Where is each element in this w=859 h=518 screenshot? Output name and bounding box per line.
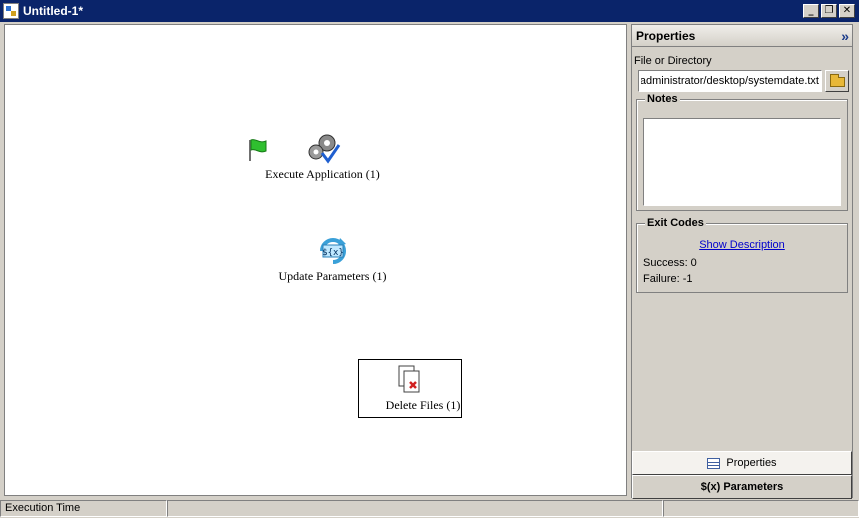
exit-codes-title: Exit Codes bbox=[645, 217, 706, 229]
status-cell-empty bbox=[167, 500, 663, 517]
minimize-button[interactable]: _ bbox=[803, 4, 819, 18]
node-execute-application[interactable]: Execute Application (1) bbox=[260, 133, 385, 182]
exit-codes-group: Exit Codes Show Description Success: 0 F… bbox=[636, 217, 848, 293]
properties-title: Properties bbox=[636, 28, 696, 43]
properties-grid-icon bbox=[707, 457, 721, 469]
tab-parameters-label: $(x) Parameters bbox=[700, 481, 784, 493]
window-controls: _ ❐ ✕ bbox=[803, 4, 855, 18]
gears-check-icon bbox=[308, 134, 340, 164]
collapse-icon[interactable]: » bbox=[841, 28, 849, 44]
workflow-canvas[interactable]: Execute Application (1) ${x} Update Para… bbox=[4, 24, 627, 496]
svg-text:${x}: ${x} bbox=[322, 248, 344, 258]
title-bar[interactable]: Untitled-1* _ ❐ ✕ bbox=[0, 0, 859, 22]
node-label: Execute Application (1) bbox=[265, 167, 380, 181]
update-parameters-icon: ${x} bbox=[319, 238, 346, 264]
properties-panel: Properties » File or Directory Notes Exi… bbox=[631, 24, 853, 499]
browse-button[interactable] bbox=[825, 70, 849, 92]
failure-code: Failure: -1 bbox=[643, 273, 693, 285]
status-execution-time: Execution Time bbox=[0, 500, 167, 517]
node-label: Delete Files (1) bbox=[385, 398, 461, 412]
properties-header: Properties » bbox=[632, 25, 852, 47]
success-code: Success: 0 bbox=[643, 257, 697, 269]
show-description-link[interactable]: Show Description bbox=[637, 239, 847, 251]
folder-icon bbox=[830, 74, 845, 87]
close-button[interactable]: ✕ bbox=[839, 4, 855, 18]
node-update-parameters[interactable]: ${x} Update Parameters (1) bbox=[275, 235, 390, 284]
restore-button[interactable]: ❐ bbox=[821, 4, 837, 18]
window-title: Untitled-1* bbox=[23, 4, 83, 18]
tab-properties[interactable]: Properties bbox=[632, 451, 852, 475]
tab-properties-label: Properties bbox=[726, 457, 777, 469]
delete-files-icon bbox=[398, 365, 420, 393]
app-icon bbox=[3, 3, 19, 19]
node-label: Update Parameters (1) bbox=[278, 269, 387, 283]
notes-title: Notes bbox=[645, 93, 680, 105]
node-delete-files[interactable]: Delete Files (1) bbox=[358, 359, 462, 418]
notes-textarea[interactable] bbox=[643, 118, 841, 206]
file-path-input[interactable] bbox=[638, 70, 822, 92]
status-cell-right bbox=[663, 500, 859, 517]
status-bar: Execution Time bbox=[0, 500, 859, 518]
notes-group: Notes bbox=[636, 93, 848, 211]
tab-parameters[interactable]: $(x) Parameters bbox=[632, 475, 852, 499]
file-or-directory-label: File or Directory bbox=[634, 55, 712, 67]
